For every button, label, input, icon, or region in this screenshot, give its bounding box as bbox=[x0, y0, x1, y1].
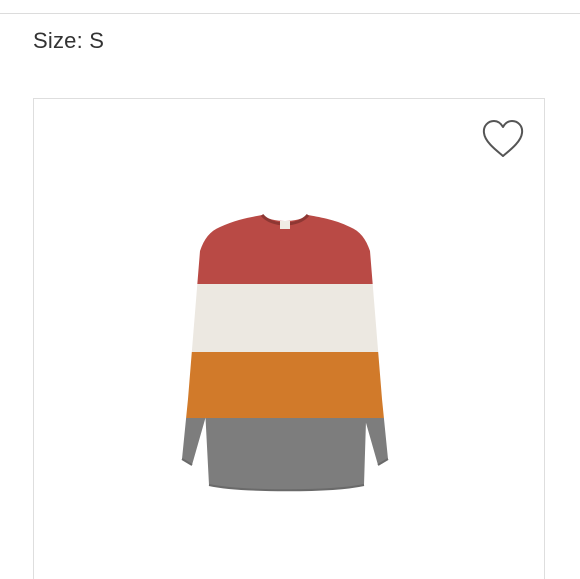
size-label: Size: S bbox=[33, 28, 105, 53]
sweater-image bbox=[181, 213, 389, 492]
favorite-button[interactable] bbox=[480, 117, 526, 161]
heart-outline-icon bbox=[482, 120, 524, 157]
top-divider bbox=[0, 13, 580, 14]
product-image-card[interactable] bbox=[33, 98, 545, 579]
product-page: Size: S bbox=[0, 0, 580, 579]
